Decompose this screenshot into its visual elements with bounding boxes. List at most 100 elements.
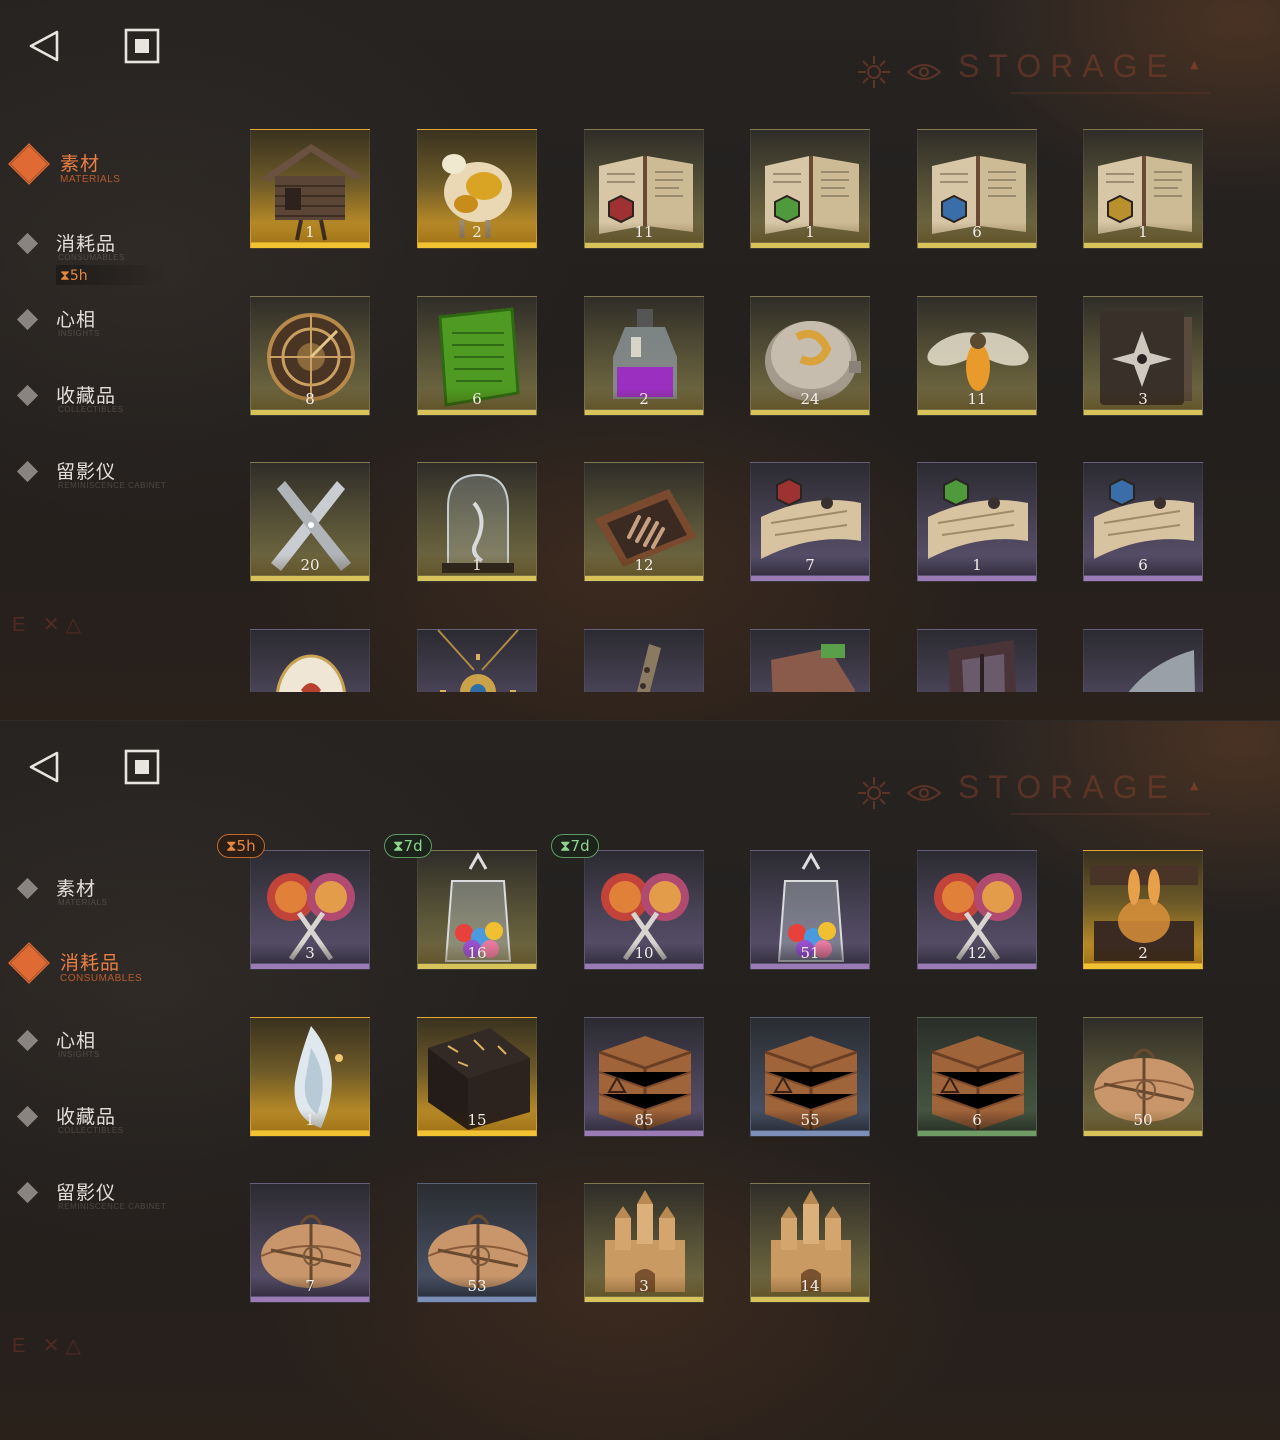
rarity-bar: [751, 410, 869, 415]
inventory-item-book-blue-sigil[interactable]: 6: [917, 129, 1037, 249]
item-count: 1: [751, 222, 869, 242]
item-count: 3: [1084, 389, 1202, 409]
inventory-item-parcel[interactable]: 50: [1083, 1017, 1203, 1137]
inventory-item-lollipops[interactable]: 10: [584, 850, 704, 970]
inventory-item-rabbit-chest[interactable]: 2: [1083, 850, 1203, 970]
inventory-item-wooden-crate[interactable]: 85: [584, 1017, 704, 1137]
storage-panel-consumables: STORAGE ▲ 素材 MATERIALS 消耗品 CONSUMABLES 心…: [0, 720, 1280, 1440]
rarity-bar: [418, 1297, 536, 1302]
item-count: 1: [418, 555, 536, 575]
item-count: 6: [1084, 555, 1202, 575]
stone-fragment-icon: [751, 630, 869, 692]
item-count: 12: [918, 943, 1036, 963]
inventory-item-crossed-blades[interactable]: 20: [250, 462, 370, 582]
item-count: 2: [418, 222, 536, 242]
item-count: 50: [1084, 1110, 1202, 1130]
inventory-item-scroll-red-sigil[interactable]: 7: [750, 462, 870, 582]
inventory-item-castle[interactable]: 14: [750, 1183, 870, 1303]
inventory-item-lollipops[interactable]: 12: [917, 850, 1037, 970]
rarity-bar: [585, 964, 703, 969]
inventory-item-book-red-sigil[interactable]: 11: [584, 129, 704, 249]
inventory-item-chicken-leg-hut[interactable]: 1: [250, 129, 370, 249]
item-count: 8: [251, 389, 369, 409]
inventory-item-book-gold-sigil[interactable]: 1: [1083, 129, 1203, 249]
item-count: 6: [418, 389, 536, 409]
inventory-item-astrolabe[interactable]: 8: [250, 296, 370, 416]
item-count: 3: [585, 1276, 703, 1296]
rarity-bar: [751, 243, 869, 248]
inventory-item-ornate-egg[interactable]: [250, 629, 370, 692]
rarity-bar: [251, 410, 369, 415]
inventory-item-glass-bell-jar[interactable]: 1: [417, 462, 537, 582]
inventory-item-window-frame[interactable]: [917, 629, 1037, 692]
item-count: 11: [918, 389, 1036, 409]
inventory-item-engraved-medallion[interactable]: 24: [750, 296, 870, 416]
inventory-item-lollipops[interactable]: 3: [250, 850, 370, 970]
item-count: 6: [918, 222, 1036, 242]
item-count: 1: [918, 555, 1036, 575]
inventory-item-green-tablet[interactable]: 6: [417, 296, 537, 416]
item-count: 53: [418, 1276, 536, 1296]
inventory-item-parcel[interactable]: 7: [250, 1183, 370, 1303]
rarity-bar: [751, 964, 869, 969]
item-count: 3: [251, 943, 369, 963]
inventory-item-castle[interactable]: 3: [584, 1183, 704, 1303]
item-count: 12: [585, 555, 703, 575]
rarity-bar: [418, 1131, 536, 1136]
rarity-bar: [251, 1297, 369, 1302]
rarity-bar: [751, 576, 869, 581]
item-grid: 1 2 11 1 6 1 8 6 2 24 11 3 20 1 12 7 1 6: [0, 0, 1280, 692]
inventory-item-wooden-crate[interactable]: 6: [917, 1017, 1037, 1137]
inventory-item-crystal-flame[interactable]: 1: [250, 1017, 370, 1137]
rarity-bar: [918, 410, 1036, 415]
expiry-timer-badge: ⧗7d: [384, 834, 432, 858]
inventory-item-candy-jar[interactable]: 16: [417, 850, 537, 970]
rarity-bar: [251, 1131, 369, 1136]
item-count: 24: [751, 389, 869, 409]
rarity-bar: [918, 1131, 1036, 1136]
inventory-item-gilded-sheep[interactable]: 2: [417, 129, 537, 249]
inventory-item-hand-in-box[interactable]: 12: [584, 462, 704, 582]
inventory-item-firefly[interactable]: 11: [917, 296, 1037, 416]
rarity-bar: [918, 576, 1036, 581]
item-count: 1: [1084, 222, 1202, 242]
inventory-item-parcel[interactable]: 53: [417, 1183, 537, 1303]
rarity-bar: [251, 964, 369, 969]
inventory-item-stone-fragment[interactable]: [750, 629, 870, 692]
rarity-bar: [418, 410, 536, 415]
rarity-bar: [585, 1297, 703, 1302]
rarity-bar: [251, 243, 369, 248]
rarity-bar: [1084, 1131, 1202, 1136]
rarity-bar: [418, 576, 536, 581]
rarity-bar: [751, 1131, 869, 1136]
inventory-item-dark-tome[interactable]: 3: [1083, 296, 1203, 416]
rarity-bar: [1084, 243, 1202, 248]
inventory-item-golden-pendant[interactable]: [417, 629, 537, 692]
window-frame-icon: [918, 630, 1036, 692]
inventory-item-book-green-sigil[interactable]: 1: [750, 129, 870, 249]
rarity-bar: [251, 576, 369, 581]
rarity-bar: [1084, 410, 1202, 415]
expiry-timer-badge: ⧗5h: [217, 834, 265, 858]
inventory-item-brass-gadget[interactable]: [1083, 629, 1203, 692]
rarity-bar: [585, 576, 703, 581]
item-count: 6: [918, 1110, 1036, 1130]
rarity-bar: [1084, 576, 1202, 581]
inventory-item-scroll-blue-sigil[interactable]: 6: [1083, 462, 1203, 582]
item-count: 16: [418, 943, 536, 963]
bone-flute-icon: [585, 630, 703, 692]
inventory-item-bone-flute[interactable]: [584, 629, 704, 692]
inventory-item-candy-jar[interactable]: 51: [750, 850, 870, 970]
rarity-bar: [751, 1297, 869, 1302]
inventory-item-wooden-crate[interactable]: 55: [750, 1017, 870, 1137]
rarity-bar: [418, 243, 536, 248]
inventory-item-purple-bottle[interactable]: 2: [584, 296, 704, 416]
item-count: 14: [751, 1276, 869, 1296]
item-count: 55: [751, 1110, 869, 1130]
inventory-item-scroll-green-sigil[interactable]: 1: [917, 462, 1037, 582]
rarity-bar: [418, 964, 536, 969]
inventory-item-rune-box[interactable]: 15: [417, 1017, 537, 1137]
rarity-bar: [585, 243, 703, 248]
item-count: 85: [585, 1110, 703, 1130]
rarity-bar: [1084, 964, 1202, 969]
